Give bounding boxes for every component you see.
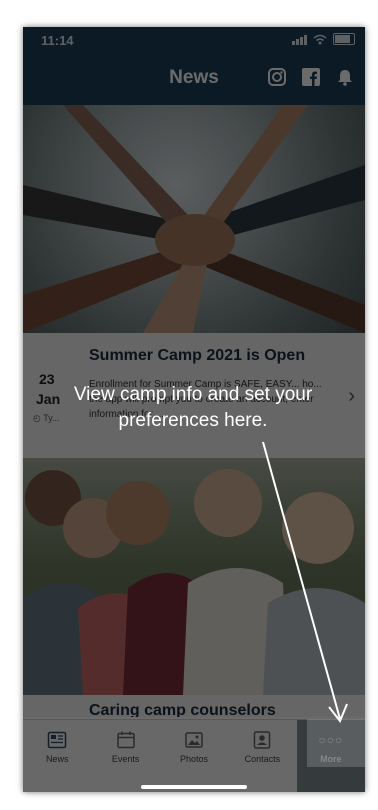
news-title-2[interactable]: Caring camp counselors	[89, 702, 276, 717]
tab-label: Events	[111, 754, 140, 764]
home-indicator	[141, 785, 247, 789]
clock-icon: ◴	[33, 413, 41, 423]
tab-label: News	[45, 754, 69, 764]
calendar-icon	[116, 730, 136, 750]
onboarding-hint-text: View camp info and set your preferences …	[73, 384, 313, 431]
phone-screen: 11:14 News Summer Camp 2021 is Open 23 J…	[23, 27, 365, 792]
tab-photos[interactable]: Photos	[160, 720, 228, 792]
status-bar: 11:14	[23, 27, 365, 53]
tab-label: Contacts	[244, 754, 281, 764]
contacts-icon	[252, 730, 272, 750]
news-icon	[47, 730, 67, 750]
bell-icon[interactable]	[335, 67, 355, 87]
news-title[interactable]: Summer Camp 2021 is Open	[89, 347, 305, 365]
more-dots-icon: ○○○	[318, 730, 344, 750]
status-time: 11:14	[41, 33, 74, 48]
kids-illustration	[23, 469, 365, 695]
wifi-icon	[313, 34, 327, 44]
tab-bar: News Events Photos Contacts ○○○ More	[23, 719, 365, 792]
hands-illustration	[23, 105, 365, 333]
news-image-hands[interactable]	[23, 105, 365, 333]
tab-more[interactable]: ○○○ More	[296, 720, 365, 792]
photos-icon	[184, 730, 204, 750]
tab-events[interactable]: Events	[91, 720, 159, 792]
battery-icon	[333, 33, 355, 45]
instagram-icon[interactable]	[267, 67, 287, 87]
signal-icon	[292, 34, 307, 45]
facebook-icon[interactable]	[301, 67, 321, 87]
tab-label: Photos	[180, 754, 209, 764]
more-dots: ○○○	[318, 733, 344, 747]
tab-news[interactable]: News	[23, 720, 91, 792]
chevron-right-icon[interactable]: ›	[348, 385, 355, 408]
news-image-kids[interactable]	[23, 458, 365, 695]
nav-icons	[267, 67, 355, 87]
status-icons	[292, 33, 355, 45]
nav-bar: News	[23, 53, 365, 105]
tab-label: More	[320, 754, 342, 764]
tab-contacts[interactable]: Contacts	[228, 720, 296, 792]
news-card-2[interactable]: Caring camp counselors	[23, 695, 365, 717]
